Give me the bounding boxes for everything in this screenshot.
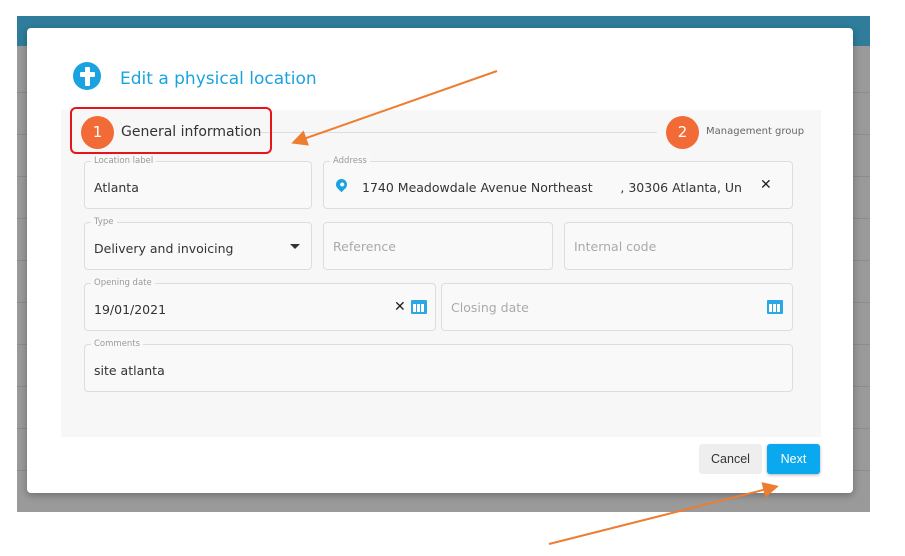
annotation-arrow <box>291 70 498 146</box>
annotation-arrow <box>548 482 779 545</box>
annotation-arrows <box>291 70 779 545</box>
